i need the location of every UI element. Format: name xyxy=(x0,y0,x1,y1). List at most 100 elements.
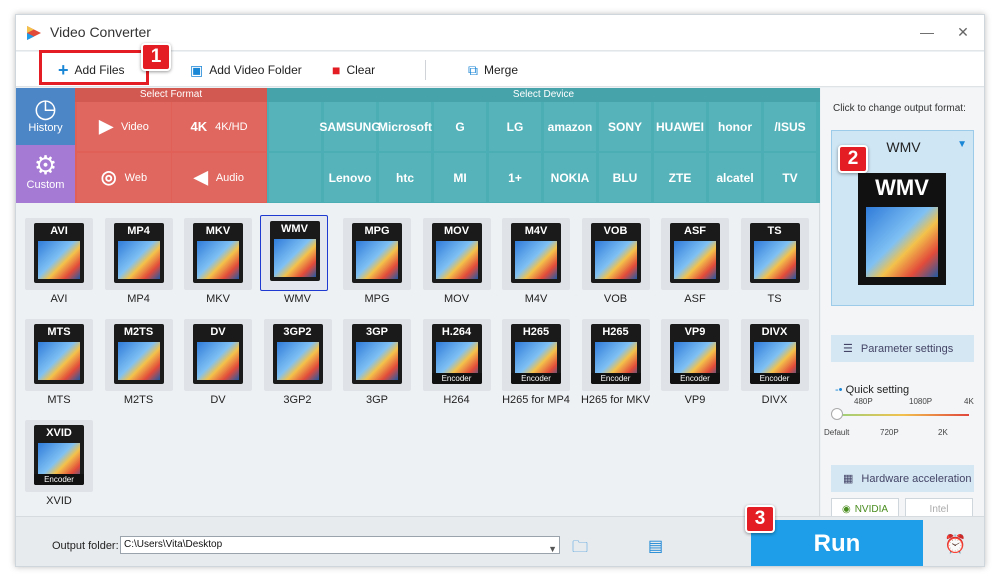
alarm-clock-icon[interactable]: ⏰ xyxy=(944,534,966,555)
device-row1-9[interactable]: /ISUS xyxy=(764,102,816,151)
quality-slider[interactable] xyxy=(837,414,969,416)
format-item[interactable]: VOB VOB xyxy=(574,212,652,308)
format-name: AVI xyxy=(50,293,68,305)
format-card[interactable]: DIVX Encoder xyxy=(740,319,809,391)
add-video-folder-button[interactable]: ▣ Add Video Folder xyxy=(190,60,302,80)
chip-icon: ▦ xyxy=(843,473,854,485)
slider-label-480p: 480P xyxy=(854,397,873,406)
format-item[interactable]: DIVX Encoder DIVX xyxy=(733,313,811,409)
format-thumb-label: H.264 xyxy=(441,326,472,338)
format-item[interactable]: MTS MTS xyxy=(17,313,95,409)
format-item[interactable]: MPG MPG xyxy=(335,212,413,308)
format-item[interactable]: ASF ASF xyxy=(653,212,731,308)
format-item[interactable]: 3GP2 3GP2 xyxy=(256,313,334,409)
quick-setting-label: -• Quick setting xyxy=(835,384,909,396)
format-item[interactable]: MP4 MP4 xyxy=(97,212,175,308)
clear-button[interactable]: ■ Clear xyxy=(332,60,375,80)
device-row2-6[interactable]: BLU xyxy=(599,153,651,202)
app-logo-icon xyxy=(27,26,41,40)
format-web-button[interactable]: ◎ Web xyxy=(77,153,171,202)
device-row1-6[interactable]: SONY xyxy=(599,102,651,151)
format-card[interactable]: TS xyxy=(740,218,809,290)
format-web-label: Web xyxy=(124,171,148,184)
format-item[interactable]: H.264 Encoder H264 xyxy=(415,313,493,409)
history-tab[interactable]: ◷ History xyxy=(16,88,75,145)
format-card[interactable]: H.264 Encoder xyxy=(422,319,491,391)
format-item[interactable]: H265 Encoder H265 for MKV xyxy=(574,313,652,409)
format-item[interactable]: VP9 Encoder VP9 xyxy=(653,313,731,409)
format-card[interactable]: M2TS xyxy=(104,319,173,391)
format-card[interactable]: 3GP2 xyxy=(263,319,332,391)
format-card[interactable]: DV xyxy=(184,319,252,391)
parameter-settings-button[interactable]: ☰ Parameter settings xyxy=(831,335,974,362)
format-item[interactable]: MOV MOV xyxy=(415,212,493,308)
format-card[interactable]: MP4 xyxy=(104,218,173,290)
video-art-icon xyxy=(594,241,637,279)
select-format-group: Select Format ▶ Video 4K 4K/HD ◎ Web ◀ A… xyxy=(75,88,267,203)
format-card[interactable]: VOB xyxy=(581,218,650,290)
hardware-acceleration-button[interactable]: ▦ Hardware acceleration xyxy=(831,465,974,492)
output-folder-input[interactable]: C:\Users\Vita\Desktop ▼ xyxy=(120,536,560,554)
open-folder-icon[interactable]: 🗀 xyxy=(572,536,588,563)
device-row1-5[interactable]: amazon xyxy=(544,102,596,151)
format-video-label: Video xyxy=(120,120,149,133)
format-card[interactable]: VP9 Encoder xyxy=(661,319,729,391)
device-row2-4[interactable]: 1+ xyxy=(489,153,541,202)
device-row1-2[interactable]: Microsoft xyxy=(378,102,432,151)
format-item[interactable]: XVID Encoder XVID xyxy=(17,414,95,510)
device-row1-8[interactable]: honor xyxy=(709,102,761,151)
device-row2-3[interactable]: MI xyxy=(434,153,486,202)
format-audio-button[interactable]: ◀ Audio xyxy=(172,153,266,202)
device-row2-2[interactable]: htc xyxy=(379,153,431,202)
format-card[interactable]: H265 Encoder xyxy=(581,319,650,391)
dropdown-caret-icon: ▼ xyxy=(957,139,967,150)
custom-tab[interactable]: ⚙ Custom xyxy=(16,145,75,203)
format-card[interactable]: AVI xyxy=(25,218,93,290)
device-row2-5[interactable]: NOKIA xyxy=(544,153,596,202)
format-card[interactable]: H265 Encoder xyxy=(502,319,570,391)
device-row2-1[interactable]: Lenovo xyxy=(324,153,376,202)
format-item[interactable]: DV DV xyxy=(176,313,254,409)
quality-slider-knob[interactable] xyxy=(831,408,843,420)
format-card[interactable]: WMV xyxy=(259,215,328,291)
run-button[interactable]: Run xyxy=(751,520,923,566)
chevron-down-icon[interactable]: ▼ xyxy=(548,541,557,557)
format-item[interactable]: TS TS xyxy=(733,212,811,308)
device-row2-7[interactable]: ZTE xyxy=(654,153,706,202)
format-item[interactable]: H265 Encoder H265 for MP4 xyxy=(494,313,572,409)
format-card[interactable]: M4V xyxy=(502,218,570,290)
step-badge-1: 1 xyxy=(141,43,171,71)
format-card[interactable]: ASF xyxy=(661,218,729,290)
format-item[interactable]: 3GP 3GP xyxy=(335,313,413,409)
format-item[interactable]: M4V M4V xyxy=(494,212,572,308)
video-folder-icon[interactable]: ▤ xyxy=(648,536,663,556)
device-row1-7[interactable]: HUAWEI xyxy=(654,102,706,151)
device-row1-0[interactable] xyxy=(269,102,321,151)
device-row1-4[interactable]: LG xyxy=(489,102,541,151)
format-card[interactable]: MTS xyxy=(25,319,93,391)
device-row1-1[interactable]: SAMSUNG xyxy=(319,102,381,151)
format-video-button[interactable]: ▶ Video xyxy=(77,102,171,151)
format-item[interactable]: M2TS M2TS xyxy=(97,313,175,409)
close-button[interactable]: ✕ xyxy=(954,23,972,41)
format-card[interactable]: 3GP xyxy=(343,319,411,391)
video-art-icon xyxy=(435,241,478,279)
format-4khd-button[interactable]: 4K 4K/HD xyxy=(172,102,266,151)
format-card[interactable]: MOV xyxy=(422,218,491,290)
device-row1-3[interactable]: G xyxy=(434,102,486,151)
format-card[interactable]: MKV xyxy=(184,218,252,290)
video-art-icon xyxy=(356,241,398,279)
highlight-add-files xyxy=(39,50,149,85)
format-card[interactable]: MPG xyxy=(343,218,411,290)
device-row2-8[interactable]: alcatel xyxy=(709,153,761,202)
format-thumbnail: H.264 Encoder xyxy=(431,324,482,384)
format-item[interactable]: AVI AVI xyxy=(17,212,95,308)
format-grid: AVI AVI MP4 MP4 MKV MKV WMV WMV MPG MPG MOV MOV M4V M… xyxy=(16,203,820,516)
format-item[interactable]: MKV MKV xyxy=(176,212,254,308)
merge-button[interactable]: ⧉ Merge xyxy=(468,60,518,80)
device-row2-9[interactable]: TV xyxy=(764,153,816,202)
minimize-button[interactable]: — xyxy=(918,23,936,41)
format-card[interactable]: XVID Encoder xyxy=(25,420,93,492)
device-row2-0[interactable] xyxy=(269,153,321,202)
format-item[interactable]: WMV WMV xyxy=(256,212,334,308)
